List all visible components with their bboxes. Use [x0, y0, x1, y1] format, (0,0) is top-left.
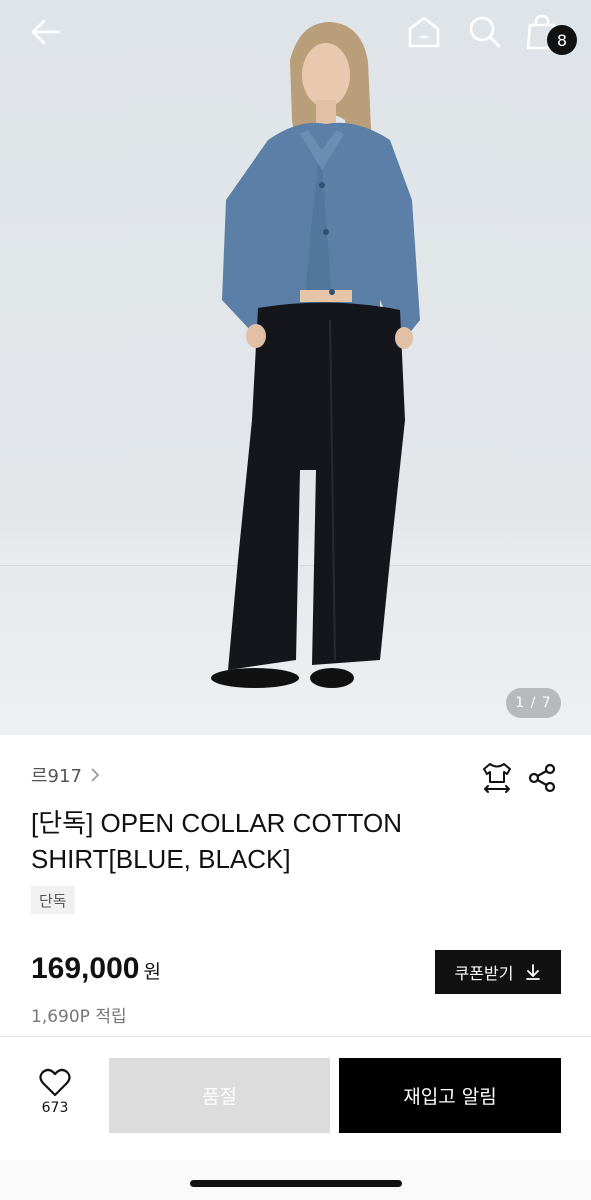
- coupon-download-button[interactable]: 쿠폰받기: [435, 950, 561, 994]
- soldout-button[interactable]: 품절: [109, 1058, 330, 1133]
- price-currency: 원: [143, 961, 161, 983]
- cart-count-badge: 8: [547, 25, 577, 55]
- price-value: 169,000: [31, 952, 140, 985]
- coupon-label: 쿠폰받기: [454, 964, 514, 983]
- product-title: [단독] OPEN COLLAR COTTON SHIRT[BLUE, BLAC…: [31, 808, 402, 874]
- reward-points: 1,690P 적립: [31, 1007, 127, 1027]
- like-button[interactable]: 673: [22, 1068, 88, 1128]
- search-icon[interactable]: [464, 12, 504, 52]
- like-count: 673: [41, 1100, 69, 1116]
- product-image[interactable]: 8 1 / 7: [0, 0, 591, 735]
- top-navigation: 8: [0, 0, 591, 64]
- price-row: 169,000 원: [31, 952, 161, 986]
- heart-icon: [39, 1068, 71, 1097]
- share-icon[interactable]: [526, 762, 558, 794]
- brand-link[interactable]: 르917: [31, 762, 102, 788]
- home-icon[interactable]: [404, 12, 444, 52]
- image-page-indicator: 1 / 7: [506, 688, 561, 718]
- brand-name: 르917: [31, 766, 82, 787]
- download-icon: [526, 964, 541, 980]
- back-arrow-icon[interactable]: [26, 12, 66, 52]
- section-divider: [0, 1036, 591, 1037]
- home-indicator: [190, 1180, 402, 1187]
- exclusive-tag: 단독: [31, 886, 75, 914]
- model-illustration: [211, 22, 420, 688]
- size-guide-icon[interactable]: [480, 760, 514, 794]
- restock-alert-button[interactable]: 재입고 알림: [339, 1058, 561, 1133]
- chevron-right-icon: [91, 768, 100, 782]
